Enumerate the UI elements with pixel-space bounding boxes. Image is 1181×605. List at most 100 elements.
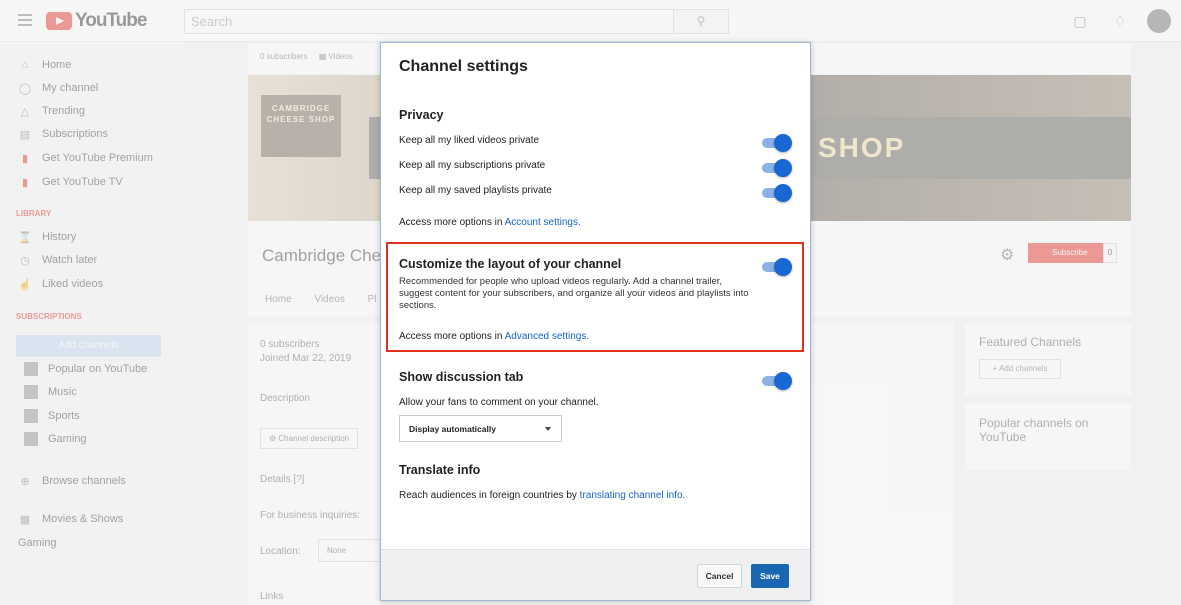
sidebar-item-label: Get YouTube TV — [42, 176, 123, 188]
sidebar-item-movies[interactable]: ▩ Movies & Shows — [18, 511, 124, 527]
select-value: Display automatically — [409, 424, 496, 434]
clock-icon: ◷ — [20, 254, 30, 267]
sidebar-sub-popular[interactable]: Popular on YouTube — [24, 361, 147, 377]
translate-line: Reach audiences in foreign countries by … — [399, 490, 685, 501]
upload-video-icon[interactable]: ▢ — [1071, 12, 1089, 30]
location-select[interactable]: None — [318, 539, 388, 562]
details-label: Details [?] — [260, 474, 305, 485]
grid-icon: ▦ — [318, 52, 327, 61]
search-button[interactable]: ⚲ — [673, 9, 729, 34]
account-icon: ◯ — [18, 82, 32, 95]
customize-layout-toggle[interactable] — [762, 257, 792, 277]
sidebar-item-browse-channels[interactable]: ⊕ Browse channels — [18, 473, 126, 489]
featured-channels-card: Featured Channels + Add channels — [965, 323, 1131, 395]
sidebar-item-home[interactable]: ⌂ Home — [18, 57, 72, 73]
avatar[interactable] — [1147, 9, 1171, 33]
toggle-knob — [774, 258, 792, 276]
sidebar-item-liked-videos[interactable]: ☝ Liked videos — [18, 276, 103, 292]
account-settings-link[interactable]: Account settings. — [505, 217, 581, 228]
toggle-knob — [774, 372, 792, 390]
links-label: Links — [260, 591, 284, 602]
about-subscribers: 0 subscribers — [260, 339, 320, 350]
strip-videos[interactable]: Videos — [329, 52, 353, 61]
sidebar-item-label: Gaming — [48, 433, 87, 445]
layout-heading: Customize the layout of your channel — [399, 257, 622, 271]
discussion-description: Allow your fans to comment on your chann… — [399, 397, 599, 408]
button-label: Channel description — [278, 434, 350, 443]
layout-description: Recommended for people who upload videos… — [399, 276, 749, 311]
featured-channels-title: Featured Channels — [979, 335, 1082, 349]
sidebar-item-label: Subscriptions — [42, 128, 109, 140]
sidebar-item-history[interactable]: ⌛ History — [18, 229, 76, 245]
popular-channels-title: Popular channels on YouTube — [979, 416, 1089, 444]
sidebar-item-label: Browse channels — [42, 475, 126, 487]
youtube-red-icon: ▮ — [21, 152, 29, 165]
subscribe-button[interactable]: Subscribe — [1028, 243, 1104, 263]
save-button[interactable]: Save — [751, 564, 789, 588]
gear-icon[interactable]: ⚙ — [1000, 245, 1014, 265]
private-playlists-toggle[interactable] — [762, 183, 792, 203]
private-liked-toggle[interactable] — [762, 133, 792, 153]
strip-subscribers: 0 subscribers — [260, 52, 308, 61]
youtube-play-icon — [46, 12, 72, 30]
advanced-settings-link[interactable]: Advanced settings. — [505, 331, 590, 342]
sidebar-item-premium[interactable]: ▮ Get YouTube Premium — [18, 150, 153, 166]
translate-prefix: Reach audiences in foreign countries by — [399, 490, 580, 501]
subscriptions-heading: SUBSCRIPTIONS — [16, 312, 82, 321]
toggle-knob — [774, 159, 792, 177]
account-settings-line: Access more options in Account settings. — [399, 217, 581, 228]
sidebar-item-my-channel[interactable]: ◯ My channel — [18, 80, 98, 96]
sidebar-item-label: Popular on YouTube — [48, 363, 148, 375]
subscriptions-icon: ▤ — [19, 128, 31, 141]
logo-text: YouTube — [75, 10, 147, 31]
plus-circle-icon: ⊕ — [20, 475, 30, 488]
sidebar-item-youtube-tv[interactable]: ▮ Get YouTube TV — [18, 174, 123, 190]
sidebar-item-label: Trending — [42, 105, 86, 117]
discussion-display-select[interactable]: Display automatically — [399, 415, 562, 442]
discussion-tab-toggle[interactable] — [762, 371, 792, 391]
more-options-prefix: Access more options in — [399, 331, 505, 342]
business-label: For business inquiries: — [260, 510, 361, 521]
dialog-footer: Cancel Save — [381, 549, 810, 600]
popular-channels-card: Popular channels on YouTube — [965, 404, 1131, 470]
home-icon: ⌂ — [21, 59, 29, 71]
private-subscriptions-toggle[interactable] — [762, 158, 792, 178]
sidebar-item-label: Watch later — [42, 254, 98, 266]
sidebar-item-label: Home — [42, 59, 72, 71]
dialog-title: Channel settings — [399, 58, 528, 75]
private-subscriptions-label: Keep all my subscriptions private — [399, 160, 546, 171]
bell-icon[interactable]: ♢ — [1111, 12, 1129, 30]
top-bar: YouTube Search ⚲ ▢ ♢ — [0, 0, 1181, 42]
sidebar-item-label: Gaming — [18, 537, 57, 549]
private-playlists-label: Keep all my saved playlists private — [399, 185, 552, 196]
chevron-down-icon — [545, 427, 551, 431]
sidebar-sub-gaming[interactable]: Gaming — [24, 431, 87, 447]
translate-channel-info-link[interactable]: translating channel info. — [580, 490, 686, 501]
private-liked-label: Keep all my liked videos private — [399, 135, 540, 146]
privacy-heading: Privacy — [399, 108, 444, 122]
cancel-button[interactable]: Cancel — [697, 564, 742, 588]
youtube-logo[interactable]: YouTube — [46, 10, 147, 32]
add-channels-button[interactable]: Add channels — [16, 335, 161, 357]
channel-description-button[interactable]: ⚙ Channel description — [260, 428, 359, 449]
sidebar-item-watch-later[interactable]: ◷ Watch later — [18, 252, 97, 268]
hourglass-icon: ⌛ — [18, 231, 32, 244]
search-input[interactable]: Search — [184, 9, 674, 34]
sidebar-item-gaming[interactable]: Gaming — [18, 535, 57, 551]
translate-heading: Translate info — [399, 463, 481, 477]
gear-icon: ⚙ — [269, 434, 277, 443]
channel-tabs[interactable]: Home Videos Pl — [265, 294, 377, 305]
thumbs-up-icon: ☝ — [18, 278, 32, 291]
add-featured-channels-button[interactable]: + Add channels — [979, 359, 1061, 379]
menu-icon[interactable] — [18, 14, 32, 26]
sidebar-item-subscriptions[interactable]: ▤ Subscriptions — [18, 126, 108, 142]
flame-icon: △ — [20, 105, 30, 118]
banner-logo: CAMBRIDGE CHEESE SHOP — [261, 95, 341, 157]
sidebar-sub-sports[interactable]: Sports — [24, 408, 80, 424]
sidebar-sub-music[interactable]: Music — [24, 384, 77, 400]
library-heading: LIBRARY — [16, 209, 52, 218]
discussion-heading: Show discussion tab — [399, 370, 524, 384]
more-options-prefix: Access more options in — [399, 217, 505, 228]
sidebar-item-label: Music — [48, 386, 77, 398]
sidebar-item-trending[interactable]: △ Trending — [18, 103, 85, 119]
